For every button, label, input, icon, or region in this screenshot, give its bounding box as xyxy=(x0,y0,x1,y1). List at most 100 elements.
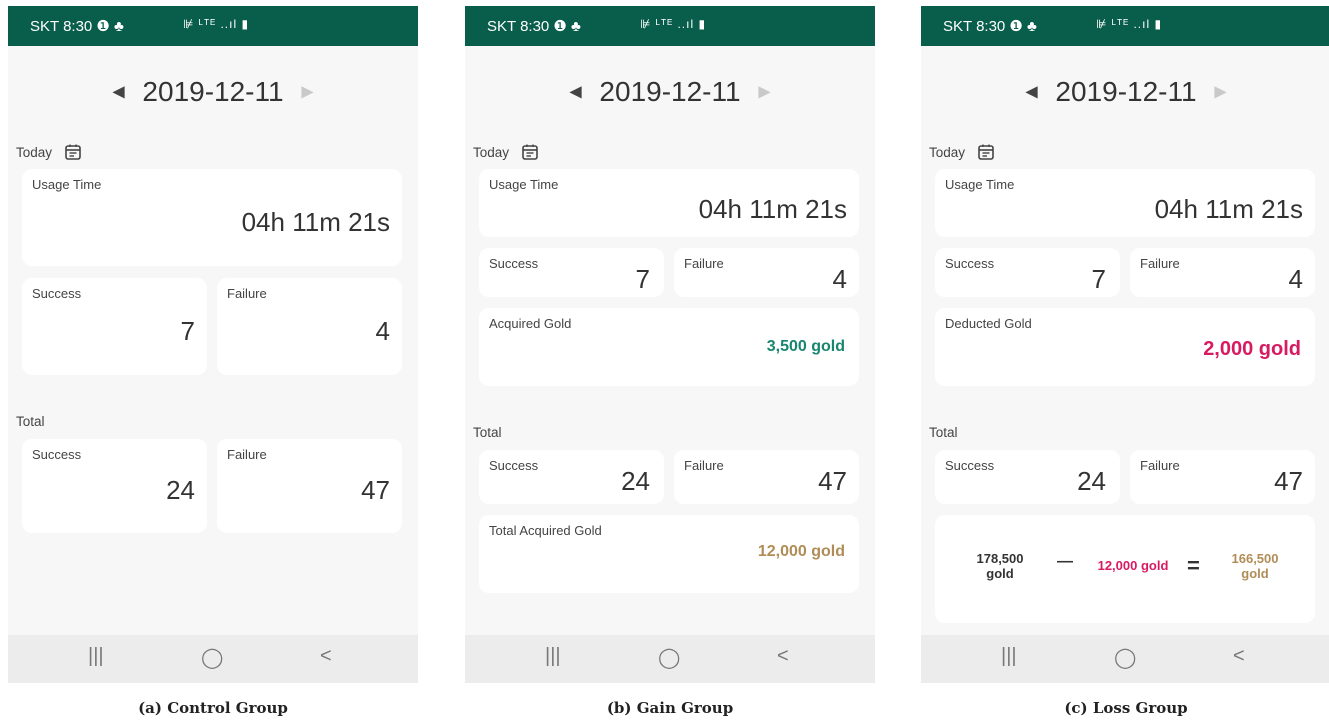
total-section-label: Total xyxy=(929,425,958,440)
equation-previous-gold-unit: gold xyxy=(986,566,1014,581)
equation-previous-gold-amount: 178,500 xyxy=(976,551,1024,566)
status-carrier-time: SKT 8:30 ❶ ♣ xyxy=(30,18,124,35)
caption-gain: (b) Gain Group xyxy=(606,699,734,717)
acquired-gold-label: Acquired Gold xyxy=(489,316,572,331)
equation-equals: = xyxy=(1187,553,1200,578)
status-bar: SKT 8:30 ❶ ♣ ⊯ ᴸᵀᴱ ..ıl ▮ xyxy=(465,6,875,46)
usage-time-label: Usage Time xyxy=(489,177,559,192)
total-failure-card: Failure 47 xyxy=(217,439,402,533)
total-acquired-gold-card: Total Acquired Gold 12,000 gold xyxy=(479,515,859,593)
back-icon[interactable]: < xyxy=(1233,645,1245,668)
back-icon[interactable]: < xyxy=(777,645,789,668)
usage-time-card: Usage Time 04h 11m 21s xyxy=(22,169,402,266)
today-failure-value: 4 xyxy=(832,264,847,294)
usage-time-label: Usage Time xyxy=(32,177,102,192)
today-failure-card: Failure 4 xyxy=(1130,248,1315,297)
android-nav-bar: ||| ◯ < xyxy=(921,635,1329,683)
today-success-value: 7 xyxy=(635,264,650,294)
status-bar: SKT 8:30 ❶ ♣ ⊯ ᴸᵀᴱ ..ıl ▮ xyxy=(8,6,418,46)
next-date-icon[interactable]: ▶ xyxy=(301,84,313,101)
failure-label: Failure xyxy=(684,458,724,473)
equation-minus: — xyxy=(1057,553,1073,570)
failure-label: Failure xyxy=(227,286,267,301)
calendar-icon[interactable] xyxy=(521,143,539,164)
date-navigator: ◀ 2019-12-11 ▶ xyxy=(465,74,875,108)
success-label: Success xyxy=(32,286,82,301)
total-section-label: Total xyxy=(473,425,502,440)
home-icon[interactable]: ◯ xyxy=(658,645,680,670)
prev-date-icon[interactable]: ◀ xyxy=(1025,84,1037,101)
deducted-gold-value: 2,000 gold xyxy=(1203,338,1301,360)
today-success-card: Success 7 xyxy=(22,278,207,375)
usage-time-value: 04h 11m 21s xyxy=(1154,194,1303,224)
total-success-card: Success 24 xyxy=(935,450,1120,504)
recents-icon[interactable]: ||| xyxy=(88,645,104,668)
status-icons: ⊯ ᴸᵀᴱ ..ıl ▮ xyxy=(640,17,707,31)
today-label: Today xyxy=(16,145,53,161)
total-acquired-gold-label: Total Acquired Gold xyxy=(489,523,602,538)
today-failure-value: 4 xyxy=(375,316,390,346)
success-label: Success xyxy=(32,447,82,462)
today-success-value: 7 xyxy=(180,316,195,346)
home-icon[interactable]: ◯ xyxy=(201,645,223,670)
failure-label: Failure xyxy=(1140,458,1180,473)
today-section-label: Today xyxy=(473,143,539,164)
acquired-gold-card: Acquired Gold 3,500 gold xyxy=(479,308,859,386)
today-label: Today xyxy=(473,145,510,161)
status-icons: ⊯ ᴸᵀᴱ ..ıl ▮ xyxy=(183,17,250,31)
prev-date-icon[interactable]: ◀ xyxy=(112,84,124,101)
deducted-gold-card: Deducted Gold 2,000 gold xyxy=(935,308,1315,386)
equation-result-gold-unit: gold xyxy=(1241,566,1269,581)
recents-icon[interactable]: ||| xyxy=(545,645,561,668)
equation-deducted-gold: 12,000 gold xyxy=(1097,558,1169,573)
total-section-label: Total xyxy=(16,414,45,429)
success-label: Success xyxy=(489,256,539,271)
date-navigator: ◀ 2019-12-11 ▶ xyxy=(8,74,418,108)
today-failure-card: Failure 4 xyxy=(217,278,402,375)
today-failure-value: 4 xyxy=(1288,264,1303,294)
current-date: 2019-12-11 xyxy=(599,75,741,107)
home-icon[interactable]: ◯ xyxy=(1114,645,1136,670)
total-acquired-gold-value: 12,000 gold xyxy=(757,543,845,560)
calendar-icon[interactable] xyxy=(977,143,995,164)
phone-gain-group: SKT 8:30 ❶ ♣ ⊯ ᴸᵀᴱ ..ıl ▮ ◀ 2019-12-11 ▶… xyxy=(465,6,875,683)
today-success-card: Success 7 xyxy=(479,248,664,297)
success-label: Success xyxy=(945,458,995,473)
total-success-card: Success 24 xyxy=(22,439,207,533)
android-nav-bar: ||| ◯ < xyxy=(465,635,875,683)
next-date-icon[interactable]: ▶ xyxy=(1214,84,1226,101)
equation-previous-gold: 178,500 gold xyxy=(965,551,1035,581)
calendar-icon[interactable] xyxy=(64,143,82,164)
total-failure-value: 47 xyxy=(818,466,847,496)
total-success-value: 24 xyxy=(621,466,650,496)
acquired-gold-value: 3,500 gold xyxy=(766,338,845,355)
total-success-card: Success 24 xyxy=(479,450,664,504)
caption-loss: (c) Loss Group xyxy=(1064,699,1188,717)
status-carrier-time: SKT 8:30 ❶ ♣ xyxy=(487,18,581,35)
back-icon[interactable]: < xyxy=(320,645,332,668)
total-success-value: 24 xyxy=(166,475,195,505)
recents-icon[interactable]: ||| xyxy=(1001,645,1017,668)
today-failure-card: Failure 4 xyxy=(674,248,859,297)
today-section-label: Today xyxy=(16,143,82,164)
usage-time-value: 04h 11m 21s xyxy=(698,194,847,224)
current-date: 2019-12-11 xyxy=(1055,75,1197,107)
today-section-label: Today xyxy=(929,143,995,164)
total-failure-card: Failure 47 xyxy=(1130,450,1315,504)
total-failure-value: 47 xyxy=(361,475,390,505)
prev-date-icon[interactable]: ◀ xyxy=(569,84,581,101)
status-bar: SKT 8:30 ❶ ♣ ⊯ ᴸᵀᴱ ..ıl ▮ xyxy=(921,6,1329,46)
usage-time-card: Usage Time 04h 11m 21s xyxy=(479,169,859,237)
android-nav-bar: ||| ◯ < xyxy=(8,635,418,683)
phone-control-group: SKT 8:30 ❶ ♣ ⊯ ᴸᵀᴱ ..ıl ▮ ◀ 2019-12-11 ▶… xyxy=(8,6,418,683)
phone-loss-group: SKT 8:30 ❶ ♣ ⊯ ᴸᵀᴱ ..ıl ▮ ◀ 2019-12-11 ▶… xyxy=(921,6,1329,683)
next-date-icon[interactable]: ▶ xyxy=(758,84,770,101)
success-label: Success xyxy=(489,458,539,473)
status-carrier-time: SKT 8:30 ❶ ♣ xyxy=(943,18,1037,35)
usage-time-value: 04h 11m 21s xyxy=(241,207,390,237)
total-success-value: 24 xyxy=(1077,466,1106,496)
total-failure-value: 47 xyxy=(1274,466,1303,496)
today-success-card: Success 7 xyxy=(935,248,1120,297)
deducted-gold-label: Deducted Gold xyxy=(945,316,1032,331)
failure-label: Failure xyxy=(1140,256,1180,271)
